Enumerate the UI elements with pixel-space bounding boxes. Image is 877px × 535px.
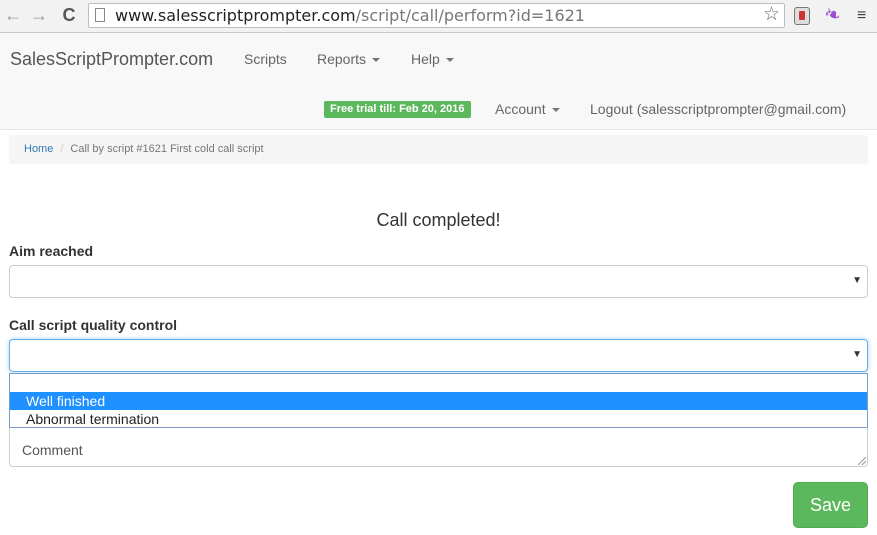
browser-toolbar: ← → C www.salesscriptprompter.com/script…: [0, 0, 877, 33]
address-bar[interactable]: www.salesscriptprompter.com/script/call/…: [88, 3, 785, 28]
nav-account-label: Account: [495, 101, 546, 117]
breadcrumb-separator: /: [60, 143, 64, 155]
page-icon: [95, 8, 105, 22]
nav-help[interactable]: Help: [411, 49, 454, 69]
nav-help-label: Help: [411, 51, 440, 67]
nav-account[interactable]: Account: [495, 99, 560, 119]
nav-logout[interactable]: Logout (salesscriptprompter@gmail.com): [590, 99, 846, 119]
trial-badge: Free trial till: Feb 20, 2016: [324, 101, 471, 118]
back-icon[interactable]: ←: [2, 4, 24, 26]
url-domain: www.salesscriptprompter.com: [115, 6, 356, 25]
save-button[interactable]: Save: [793, 482, 868, 528]
quality-control-select[interactable]: ▼: [9, 339, 868, 372]
breadcrumb: Home / Call by script #1621 First cold cal…: [9, 135, 868, 164]
quality-control-label: Call script quality control: [9, 317, 178, 333]
page-title: Call completed!: [376, 210, 501, 230]
caret-down-icon: [551, 108, 560, 113]
aim-reached-label: Aim reached: [9, 243, 94, 259]
brand-link[interactable]: SalesScriptPrompter.com: [10, 47, 213, 71]
site-navbar: SalesScriptPrompter.com Scripts Reports …: [0, 33, 877, 130]
breadcrumb-home[interactable]: Home: [24, 143, 53, 155]
url-text[interactable]: www.salesscriptprompter.com/script/call/…: [115, 7, 585, 25]
aim-reached-select[interactable]: ▼: [9, 265, 868, 298]
nav-scripts-label: Scripts: [244, 51, 287, 67]
comment-placeholder: Comment: [22, 442, 83, 458]
nav-scripts[interactable]: Scripts: [244, 49, 287, 69]
nav-reports[interactable]: Reports: [317, 49, 381, 69]
url-path: /script/call/perform?id=1621: [355, 6, 585, 25]
extension-feather-icon[interactable]: ❧: [820, 1, 844, 29]
breadcrumb-current: Call by script #1621 First cold call scr…: [70, 143, 264, 155]
quality-options-list: Well finished Abnormal termination: [9, 373, 868, 428]
browser-menu-icon[interactable]: ≡: [857, 7, 866, 25]
bookmark-star-icon[interactable]: ☆: [763, 5, 780, 25]
resize-grip-icon[interactable]: [858, 457, 866, 465]
reload-icon[interactable]: C: [58, 4, 80, 26]
extension-shield-icon[interactable]: [794, 7, 810, 25]
forward-icon[interactable]: →: [28, 4, 50, 26]
nav-reports-label: Reports: [317, 51, 367, 67]
option-abnormal-termination[interactable]: Abnormal termination: [10, 410, 867, 428]
dropdown-arrow-icon: ▼: [852, 275, 862, 286]
dropdown-arrow-icon: ▼: [852, 349, 862, 360]
caret-down-icon: [445, 58, 454, 63]
option-empty[interactable]: [10, 374, 867, 392]
comment-textarea[interactable]: Comment: [9, 428, 868, 467]
option-well-finished[interactable]: Well finished: [10, 392, 867, 410]
caret-down-icon: [372, 58, 381, 63]
